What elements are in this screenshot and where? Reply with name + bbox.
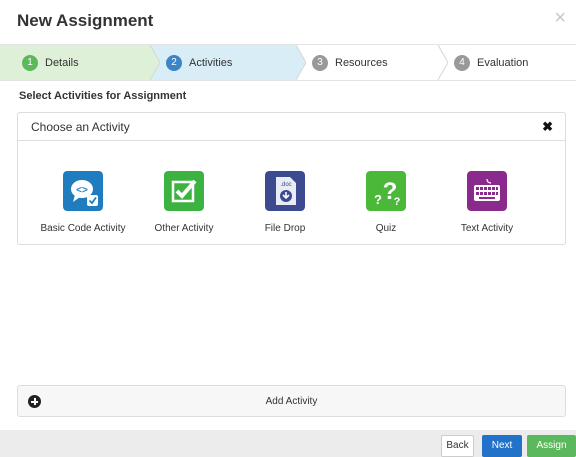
checkbox-icon bbox=[164, 171, 204, 211]
svg-text:?: ? bbox=[394, 196, 401, 208]
activity-label: Other Activity bbox=[154, 223, 214, 234]
doc-download-icon: .doc bbox=[265, 171, 305, 211]
activity-text[interactable]: Text Activity bbox=[432, 171, 542, 241]
activity-label: File Drop bbox=[264, 223, 306, 234]
close-icon[interactable]: × bbox=[554, 8, 566, 28]
assign-button[interactable]: Assign bbox=[527, 435, 576, 457]
panel-close-icon[interactable]: ✖ bbox=[542, 119, 553, 135]
activity-file-drop[interactable]: .doc File Drop bbox=[230, 171, 340, 241]
next-button[interactable]: Next bbox=[482, 435, 522, 457]
back-button[interactable]: Back bbox=[441, 435, 474, 457]
step-number-badge: 2 bbox=[166, 54, 182, 71]
step-number-badge: 1 bbox=[22, 54, 38, 71]
wizard-steps: 1 Details 2 Activities 3 Resources 4 Eva… bbox=[0, 44, 576, 81]
activity-quiz[interactable]: ? ? ? Quiz bbox=[331, 171, 441, 241]
activity-label: Quiz bbox=[375, 223, 397, 234]
modal-title: New Assignment bbox=[17, 11, 154, 30]
add-activity-button[interactable]: Add Activity bbox=[17, 385, 566, 417]
step-number-badge: 3 bbox=[312, 54, 328, 71]
svg-text:<>: <> bbox=[76, 185, 88, 196]
activity-label: Basic Code Activity bbox=[40, 223, 126, 234]
step-separator-icon bbox=[286, 45, 306, 80]
activity-other[interactable]: Other Activity bbox=[129, 171, 239, 241]
modal-header: New Assignment × bbox=[0, 0, 576, 42]
panel-header: Choose an Activity ✖ bbox=[18, 113, 565, 141]
step-label: Details bbox=[45, 56, 79, 69]
step-evaluation[interactable]: 4 Evaluation bbox=[438, 45, 576, 80]
step-resources[interactable]: 3 Resources bbox=[296, 45, 438, 80]
step-label: Resources bbox=[335, 56, 388, 69]
question-marks-icon: ? ? ? bbox=[366, 171, 406, 211]
svg-text:?: ? bbox=[374, 192, 382, 207]
step-label: Evaluation bbox=[477, 56, 529, 69]
step-label: Activities bbox=[189, 56, 233, 69]
step-separator-icon bbox=[140, 45, 160, 80]
step-activities[interactable]: 2 Activities bbox=[150, 45, 296, 80]
svg-text:.doc: .doc bbox=[280, 182, 291, 188]
activity-basic-code[interactable]: <> Basic Code Activity bbox=[28, 171, 138, 241]
code-bubble-icon: <> bbox=[63, 171, 103, 211]
activity-label: Text Activity bbox=[460, 223, 514, 234]
panel-title: Choose an Activity bbox=[31, 120, 130, 134]
section-heading: Select Activities for Assignment bbox=[19, 90, 187, 102]
add-activity-label: Add Activity bbox=[265, 396, 318, 407]
step-number-badge: 4 bbox=[454, 54, 470, 71]
activity-chooser-panel: Choose an Activity ✖ <> Basic Code Activ… bbox=[17, 112, 566, 245]
step-details[interactable]: 1 Details bbox=[0, 45, 150, 80]
keyboard-icon bbox=[467, 171, 507, 211]
step-separator-icon bbox=[437, 45, 448, 80]
